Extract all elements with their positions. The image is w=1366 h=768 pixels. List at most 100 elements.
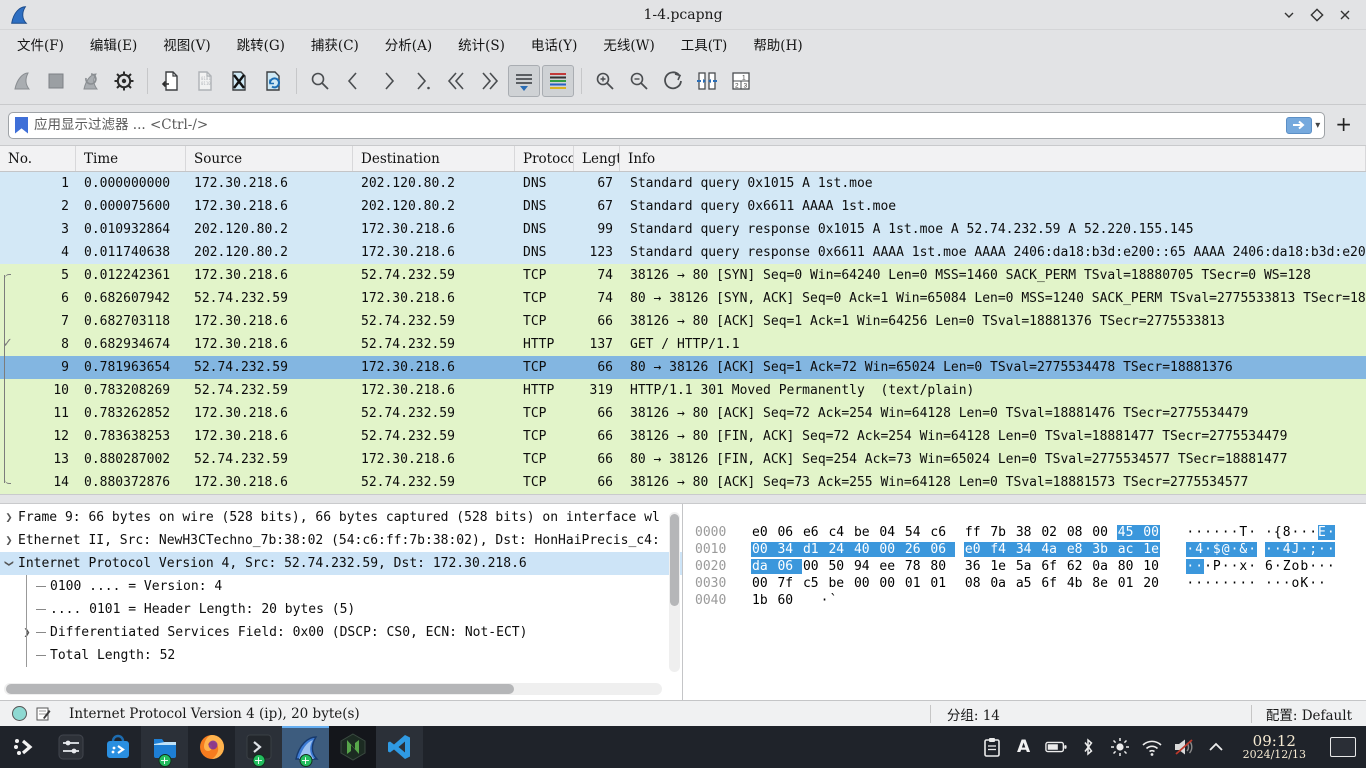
packet-row[interactable]: 60.68260794252.74.232.59172.30.218.6TCP7… (0, 287, 1366, 310)
profile-label[interactable]: 配置: Default (1252, 704, 1366, 724)
menu-item-1[interactable]: 编辑(E) (77, 31, 150, 57)
bluetooth-icon[interactable] (1077, 738, 1099, 756)
tree-expander-icon[interactable]: ❯ (18, 621, 36, 644)
column-header-length[interactable]: Length (574, 146, 620, 171)
hex-row[interactable]: 003000 7f c5 be 00 00 01 01 08 0a a5 6f … (695, 575, 1366, 592)
detail-line[interactable]: ❯Frame 9: 66 bytes on wire (528 bits), 6… (0, 506, 682, 529)
menu-item-6[interactable]: 统计(S) (445, 31, 518, 57)
go-to-packet-icon[interactable] (406, 65, 438, 97)
wireshark-dock-icon[interactable]: + (282, 726, 329, 768)
packet-row[interactable]: 120.783638253172.30.218.652.74.232.59TCP… (0, 425, 1366, 448)
packet-row[interactable]: 140.880372876172.30.218.652.74.232.59TCP… (0, 471, 1366, 494)
clock[interactable]: 09:12 2024/12/13 (1243, 733, 1306, 762)
save-file-icon[interactable]: 01010110 (189, 65, 221, 97)
capture-options-icon[interactable] (108, 65, 140, 97)
detail-line[interactable]: .... 0101 = Header Length: 20 bytes (5) (0, 598, 682, 621)
column-header-time[interactable]: Time (76, 146, 186, 171)
column-header-info[interactable]: Info (620, 146, 1366, 171)
capture-comment-icon[interactable] (35, 706, 51, 722)
start-capture-icon[interactable] (6, 65, 38, 97)
firefox-icon[interactable] (188, 726, 235, 768)
battery-icon[interactable] (1045, 740, 1067, 754)
restart-capture-icon[interactable] (74, 65, 106, 97)
zoom-out-icon[interactable] (623, 65, 655, 97)
hex-row[interactable]: 001000 34 d1 24 40 00 26 06 e0 f4 34 4a … (695, 541, 1366, 558)
packet-row[interactable]: 70.682703118172.30.218.652.74.232.59TCP6… (0, 310, 1366, 333)
packet-row[interactable]: 80.682934674172.30.218.652.74.232.59HTTP… (0, 333, 1366, 356)
packet-row[interactable]: 30.010932864202.120.80.2172.30.218.6DNS9… (0, 218, 1366, 241)
launcher-icon[interactable] (0, 726, 47, 768)
zoom-in-icon[interactable] (589, 65, 621, 97)
menu-item-5[interactable]: 分析(A) (372, 31, 445, 57)
tree-expander-icon[interactable]: ❯ (0, 529, 18, 552)
column-header-source[interactable]: Source (186, 146, 353, 171)
last-packet-icon[interactable] (474, 65, 506, 97)
brightness-icon[interactable] (1109, 737, 1131, 757)
reload-file-icon[interactable] (257, 65, 289, 97)
colorize-icon[interactable] (542, 65, 574, 97)
detail-line[interactable]: 0100 .... = Version: 4 (0, 575, 682, 598)
filter-bookmark-icon[interactable] (15, 117, 28, 134)
menu-item-8[interactable]: 无线(W) (590, 31, 667, 57)
stop-capture-icon[interactable] (40, 65, 72, 97)
vscode-icon[interactable] (376, 726, 423, 768)
tree-expander-icon[interactable]: ❯ (0, 506, 18, 529)
apply-filter-button[interactable] (1286, 117, 1312, 134)
volume-muted-icon[interactable] (1173, 738, 1195, 756)
go-back-icon[interactable] (338, 65, 370, 97)
detail-line[interactable]: Total Length: 52 (0, 644, 682, 667)
settings-icon[interactable] (47, 726, 94, 768)
neovim-icon[interactable] (329, 726, 376, 768)
column-header-protocol[interactable]: Protocol (515, 146, 574, 171)
resize-columns-icon[interactable] (691, 65, 723, 97)
column-header-destination[interactable]: Destination (353, 146, 515, 171)
hex-row[interactable]: 0020da 06 00 50 94 ee 78 80 36 1e 5a 6f … (695, 558, 1366, 575)
expert-info-icon[interactable] (12, 706, 27, 721)
menu-item-4[interactable]: 捕获(C) (298, 31, 372, 57)
packet-row[interactable]: 90.78196365452.74.232.59172.30.218.6TCP6… (0, 356, 1366, 379)
packet-row[interactable]: 100.78320826952.74.232.59172.30.218.6HTT… (0, 379, 1366, 402)
add-filter-button[interactable]: + (1333, 112, 1358, 138)
display-filter-input[interactable] (28, 117, 1286, 133)
app-store-icon[interactable] (94, 726, 141, 768)
go-forward-icon[interactable] (372, 65, 404, 97)
packet-row[interactable]: 20.000075600172.30.218.6202.120.80.2DNS6… (0, 195, 1366, 218)
packet-row[interactable]: 110.783262852172.30.218.652.74.232.59TCP… (0, 402, 1366, 425)
menu-item-2[interactable]: 视图(V) (150, 31, 223, 57)
detail-line[interactable]: ❯Ethernet II, Src: NewH3CTechno_7b:38:02… (0, 529, 682, 552)
zoom-original-icon[interactable] (657, 65, 689, 97)
input-method-icon[interactable]: A (1013, 737, 1035, 757)
open-file-icon[interactable] (155, 65, 187, 97)
details-horizontal-scrollbar[interactable] (4, 683, 662, 695)
menu-item-10[interactable]: 帮助(H) (740, 31, 815, 57)
wifi-icon[interactable] (1141, 739, 1163, 756)
numbered-columns-icon[interactable]: 123 (725, 65, 757, 97)
auto-scroll-icon[interactable] (508, 65, 540, 97)
menu-item-9[interactable]: 工具(T) (668, 31, 741, 57)
filter-dropdown-caret-icon[interactable]: ▾ (1315, 120, 1320, 131)
clipboard-icon[interactable] (981, 737, 1003, 757)
pane-splitter[interactable] (0, 494, 1366, 504)
detail-line[interactable]: ❯Differentiated Services Field: 0x00 (DS… (0, 621, 682, 644)
packet-row[interactable]: 50.012242361172.30.218.652.74.232.59TCP7… (0, 264, 1366, 287)
file-manager-icon[interactable]: + (141, 726, 188, 768)
menu-item-7[interactable]: 电话(Y) (518, 31, 590, 57)
show-desktop-button[interactable] (1330, 737, 1356, 757)
packet-row[interactable]: 10.000000000172.30.218.6202.120.80.2DNS6… (0, 172, 1366, 195)
details-vertical-scrollbar[interactable] (669, 512, 680, 672)
hex-row[interactable]: 00401b 60·` (695, 592, 1366, 609)
hex-row[interactable]: 0000e0 06 e6 c4 be 04 54 c6 ff 7b 38 02 … (695, 524, 1366, 541)
menu-item-0[interactable]: 文件(F) (4, 31, 77, 57)
menu-item-3[interactable]: 跳转(G) (224, 31, 298, 57)
packet-row[interactable]: 40.011740638202.120.80.2172.30.218.6DNS1… (0, 241, 1366, 264)
packet-row[interactable]: 130.88028700252.74.232.59172.30.218.6TCP… (0, 448, 1366, 471)
find-packet-icon[interactable] (304, 65, 336, 97)
close-file-icon[interactable] (223, 65, 255, 97)
display-filter-field[interactable]: ▾ (8, 112, 1325, 139)
tray-expand-icon[interactable] (1205, 742, 1227, 752)
minimize-button[interactable] (1282, 8, 1296, 22)
maximize-button[interactable] (1310, 8, 1324, 22)
tree-expander-icon[interactable]: ❯ (0, 555, 21, 573)
close-button[interactable] (1338, 8, 1352, 22)
first-packet-icon[interactable] (440, 65, 472, 97)
